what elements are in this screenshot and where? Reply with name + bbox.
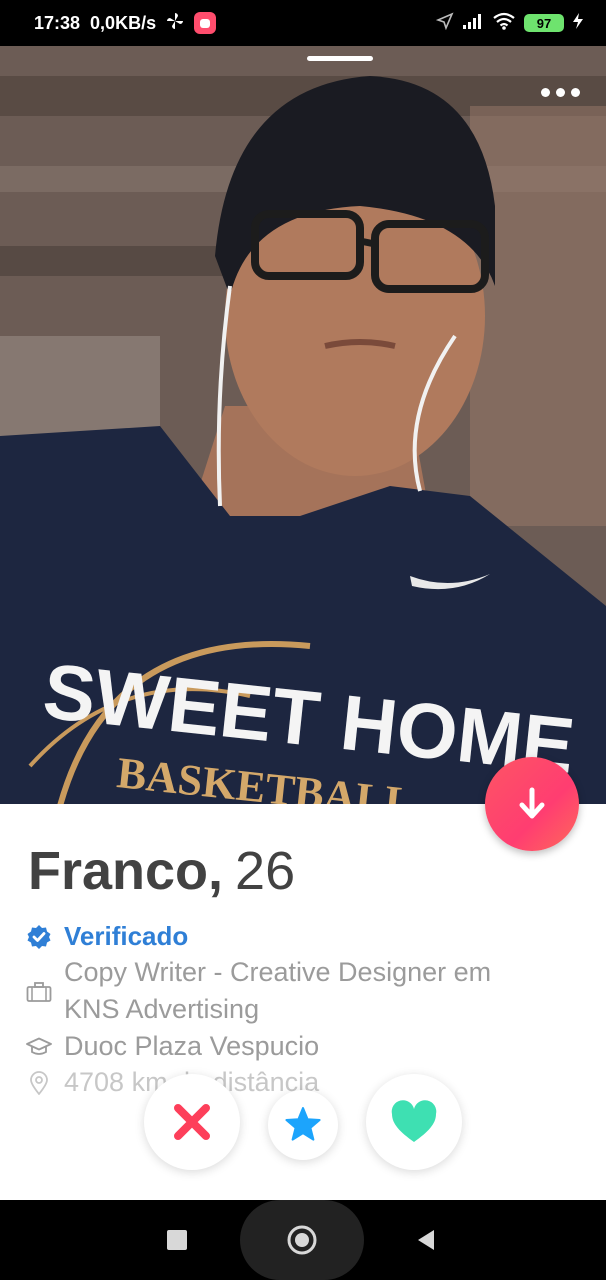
charging-icon	[572, 12, 584, 35]
status-right: 97	[435, 11, 584, 35]
like-button[interactable]	[366, 1074, 462, 1170]
heart-icon	[391, 1100, 437, 1142]
status-left: 17:38 0,0KB/s	[34, 12, 217, 35]
photo-pager-indicator	[307, 56, 373, 61]
status-network-speed: 0,0KB/s	[90, 12, 157, 33]
fan-icon	[166, 12, 184, 35]
location-arrow-icon	[435, 11, 454, 35]
verified-badge-icon	[24, 918, 54, 955]
back-button[interactable]	[416, 1229, 436, 1256]
profile-name: Franco,	[28, 841, 224, 901]
profile-photo-illustration: SWEET HOME BASKETBALL	[0, 46, 606, 804]
wifi-icon	[492, 12, 516, 35]
more-dot-icon	[571, 88, 580, 97]
signal-icon	[462, 13, 484, 34]
notification-app-icon	[194, 12, 217, 34]
more-dot-icon	[541, 88, 550, 97]
arrow-down-icon	[519, 787, 545, 819]
back-triangle-icon	[418, 1230, 434, 1250]
close-icon	[174, 1104, 210, 1140]
job-row: Copy Writer - Creative Designer em KNS A…	[24, 954, 491, 1028]
more-dot-icon	[556, 88, 565, 97]
more-options-button[interactable]	[541, 88, 580, 97]
briefcase-icon	[24, 973, 54, 1010]
job-line-2: KNS Advertising	[64, 994, 260, 1024]
home-circle-icon	[287, 1225, 317, 1255]
super-like-button[interactable]	[268, 1090, 338, 1160]
school-row: Duoc Plaza Vespucio	[24, 1028, 319, 1065]
recent-apps-button[interactable]	[167, 1230, 187, 1250]
job-line-1: Copy Writer - Creative Designer em	[64, 957, 492, 987]
battery-icon: 97	[524, 14, 564, 32]
profile-age: 26	[235, 841, 296, 901]
school-label: Duoc Plaza Vespucio	[64, 1031, 320, 1061]
profile-photo[interactable]: SWEET HOME BASKETBALL	[0, 46, 606, 804]
home-button[interactable]	[240, 1200, 364, 1280]
star-icon	[285, 1107, 321, 1141]
job-text: Copy Writer - Creative Designer em KNS A…	[64, 954, 491, 1028]
android-navigation-bar	[0, 1200, 606, 1280]
nope-button[interactable]	[144, 1074, 240, 1170]
collapse-profile-button[interactable]	[485, 757, 579, 851]
graduation-cap-icon	[24, 1028, 54, 1065]
status-time: 17:38	[34, 12, 81, 33]
swipe-actions	[0, 1072, 606, 1172]
verified-row: Verificado	[24, 918, 188, 955]
status-bar: 17:38 0,0KB/s 97	[0, 0, 606, 46]
verified-label: Verificado	[64, 921, 189, 951]
profile-name-line: Franco, 26	[28, 840, 295, 902]
